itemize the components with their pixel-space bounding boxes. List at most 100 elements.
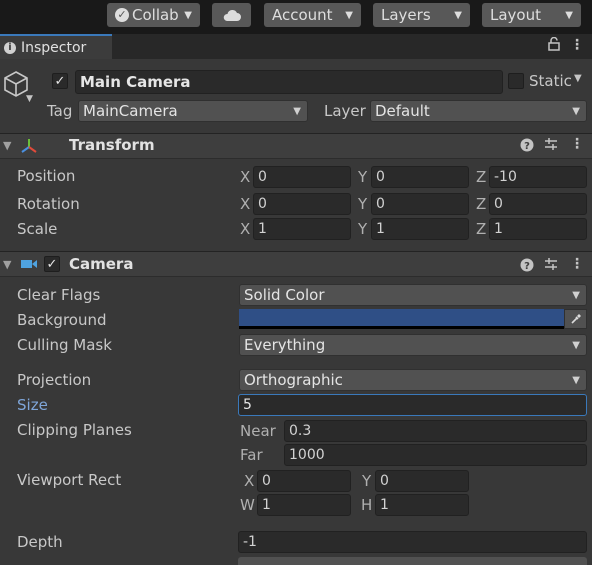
axis-z-label[interactable]: Z <box>476 218 486 240</box>
axis-z-label[interactable]: Z <box>476 166 486 188</box>
dropdown-arrow-icon: ▼ <box>565 9 573 21</box>
dropdown-arrow-icon: ▼ <box>572 374 580 386</box>
viewport-y-label[interactable]: Y <box>362 470 371 492</box>
viewport-x-field[interactable]: 0 <box>257 470 351 492</box>
viewport-x-label[interactable]: X <box>244 470 254 492</box>
info-icon: i <box>4 41 16 54</box>
viewport-h-label[interactable]: H <box>361 494 372 516</box>
axis-x-label[interactable]: X <box>240 193 250 215</box>
rotation-y-field[interactable]: 0 <box>371 193 469 215</box>
static-checkbox[interactable] <box>508 73 524 89</box>
position-label: Position <box>17 167 76 185</box>
camera-icon <box>20 257 38 275</box>
cloud-button[interactable] <box>212 3 251 27</box>
layer-value: Default <box>375 102 430 120</box>
transform-title: Transform <box>69 136 155 154</box>
rotation-z-field[interactable]: 0 <box>489 193 587 215</box>
layer-dropdown[interactable]: Default ▼ <box>370 100 587 122</box>
presets-icon[interactable] <box>544 137 558 155</box>
size-field[interactable]: 5 <box>238 394 587 416</box>
more-options-icon[interactable]: ⋮ <box>570 37 584 53</box>
rotation-x-field[interactable]: 0 <box>253 193 351 215</box>
size-label[interactable]: Size <box>17 394 48 416</box>
eyedropper-icon <box>570 314 581 324</box>
near-field[interactable]: 0.3 <box>284 420 587 442</box>
far-field[interactable]: 1000 <box>284 444 587 466</box>
transform-icon <box>19 136 39 160</box>
position-z-field[interactable]: -10 <box>489 166 587 188</box>
culling-mask-value: Everything <box>244 336 326 354</box>
dropdown-arrow-icon: ▼ <box>572 289 580 301</box>
scale-x-field[interactable]: 1 <box>253 218 351 240</box>
far-label[interactable]: Far <box>240 444 263 466</box>
gameobject-name-field[interactable]: Main Camera <box>75 70 503 94</box>
eyedropper-button[interactable] <box>564 309 587 329</box>
viewport-h-field[interactable]: 1 <box>375 494 469 516</box>
clear-flags-dropdown[interactable]: Solid Color ▼ <box>239 284 587 306</box>
camera-enabled-checkbox[interactable]: ✓ <box>44 256 60 272</box>
axis-y-label[interactable]: Y <box>358 193 367 215</box>
layers-label: Layers <box>381 6 431 24</box>
tag-dropdown[interactable]: MainCamera ▼ <box>78 100 308 122</box>
axis-y-label[interactable]: Y <box>358 166 367 188</box>
checkmark-icon: ✓ <box>54 73 66 89</box>
background-color-swatch[interactable] <box>239 309 564 329</box>
presets-icon[interactable] <box>544 257 558 275</box>
scale-y-field[interactable]: 1 <box>371 218 469 240</box>
near-label[interactable]: Near <box>240 420 276 442</box>
collab-button[interactable]: ✓ Collab ▼ <box>107 3 200 27</box>
tab-inspector-label: Inspector <box>21 39 87 56</box>
camera-title: Camera <box>69 255 134 273</box>
layer-label: Layer <box>324 102 366 120</box>
layout-dropdown[interactable]: Layout ▼ <box>482 3 581 27</box>
depth-field[interactable]: -1 <box>238 531 587 553</box>
dropdown-arrow-icon: ▼ <box>572 339 580 351</box>
viewport-y-field[interactable]: 0 <box>375 470 469 492</box>
help-icon[interactable]: ? <box>520 258 534 276</box>
clipping-planes-label: Clipping Planes <box>17 421 132 439</box>
component-menu-icon[interactable]: ⋮ <box>570 256 584 272</box>
component-menu-icon[interactable]: ⋮ <box>570 136 584 152</box>
culling-mask-label: Culling Mask <box>17 336 112 354</box>
position-x-field[interactable]: 0 <box>253 166 351 188</box>
svg-text:?: ? <box>524 261 530 272</box>
dropdown-arrow-icon: ▼ <box>454 9 462 21</box>
help-icon[interactable]: ? <box>520 138 534 156</box>
clear-flags-value: Solid Color <box>244 286 325 304</box>
depth-label: Depth <box>17 533 63 551</box>
projection-value: Orthographic <box>244 371 343 389</box>
gameobject-icon-dropdown-arrow-icon[interactable]: ▼ <box>26 94 33 104</box>
collab-label: Collab <box>132 6 179 24</box>
camera-foldout-arrow-icon[interactable]: ▼ <box>3 258 11 271</box>
layout-label: Layout <box>490 6 541 24</box>
scale-z-field[interactable]: 1 <box>489 218 587 240</box>
tab-inspector[interactable]: i Inspector <box>0 34 112 59</box>
dropdown-arrow-icon: ▼ <box>345 9 353 21</box>
svg-text:?: ? <box>524 141 530 152</box>
layers-dropdown[interactable]: Layers ▼ <box>373 3 470 27</box>
dropdown-arrow-icon: ▼ <box>293 105 301 117</box>
culling-mask-dropdown[interactable]: Everything ▼ <box>239 334 587 356</box>
axis-x-label[interactable]: X <box>240 218 250 240</box>
viewport-w-label[interactable]: W <box>240 494 255 516</box>
tag-value: MainCamera <box>83 102 178 120</box>
lock-icon[interactable] <box>548 36 560 55</box>
cloud-icon <box>223 9 241 21</box>
dropdown-arrow-icon: ▼ <box>572 105 580 117</box>
static-label: Static <box>529 72 572 90</box>
projection-dropdown[interactable]: Orthographic ▼ <box>239 369 587 391</box>
axis-y-label[interactable]: Y <box>358 218 367 240</box>
axis-x-label[interactable]: X <box>240 166 250 188</box>
rotation-label: Rotation <box>17 195 80 213</box>
axis-z-label[interactable]: Z <box>476 193 486 215</box>
viewport-w-field[interactable]: 1 <box>257 494 351 516</box>
gameobject-active-checkbox[interactable]: ✓ <box>52 73 68 89</box>
account-dropdown[interactable]: Account ▼ <box>264 3 361 27</box>
next-row-dropdown[interactable] <box>238 557 587 565</box>
position-y-field[interactable]: 0 <box>371 166 469 188</box>
transform-foldout-arrow-icon[interactable]: ▼ <box>3 139 11 152</box>
cloud-check-icon: ✓ <box>115 8 129 22</box>
scale-label: Scale <box>17 220 58 238</box>
projection-label: Projection <box>17 371 92 389</box>
static-dropdown-arrow-icon[interactable]: ▼ <box>574 73 582 84</box>
